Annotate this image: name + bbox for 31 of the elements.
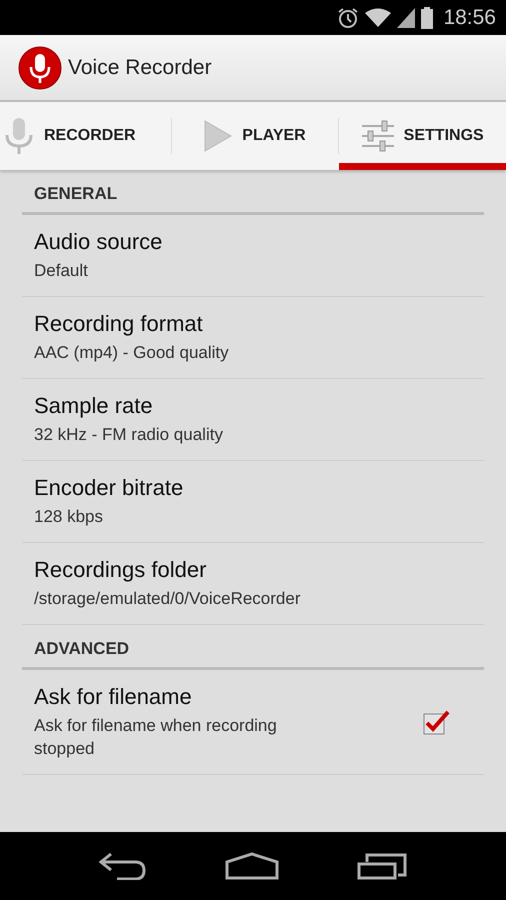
alarm-icon: [337, 6, 360, 28]
preference-summary: AAC (mp4) - Good quality: [34, 342, 230, 364]
preference-summary: 32 kHz - FM radio quality: [34, 424, 224, 446]
preference-title: Recording format: [34, 310, 204, 337]
clock-time: 18:56: [443, 6, 496, 30]
sliders-icon: [362, 120, 394, 152]
signal-icon: [397, 8, 416, 28]
battery-icon: [421, 6, 434, 28]
preference-summary: /storage/emulated/0/VoiceRecorder: [34, 588, 302, 610]
preference-title: Recordings folder: [34, 556, 208, 583]
preference-title: Sample rate: [34, 392, 154, 419]
preference-summary: Default: [34, 260, 89, 282]
checkbox[interactable]: [422, 709, 450, 736]
section-header: ADVANCED: [22, 626, 484, 670]
microphone-logo-icon: [18, 46, 62, 90]
play-icon: [204, 120, 232, 152]
tab[interactable]: SETTINGS: [339, 102, 506, 170]
preference-title: Ask for filename: [34, 684, 193, 710]
preference-title: Encoder bitrate: [34, 474, 184, 501]
preference-title: Audio source: [34, 229, 164, 255]
tab[interactable]: RECORDER: [0, 102, 171, 170]
preference-summary: 128 kbps: [34, 506, 104, 528]
home-icon[interactable]: [225, 852, 279, 880]
wifi-icon: [365, 8, 392, 28]
preference-summary: Ask for filename when recording stopped: [34, 714, 278, 760]
back-icon[interactable]: [99, 852, 147, 880]
section-header: GENERAL: [22, 172, 484, 215]
recent-apps-icon[interactable]: [357, 852, 407, 880]
app-title: Voice Recorder: [68, 56, 212, 80]
tab[interactable]: PLAYER: [172, 102, 338, 170]
microphone-icon: [4, 116, 34, 154]
